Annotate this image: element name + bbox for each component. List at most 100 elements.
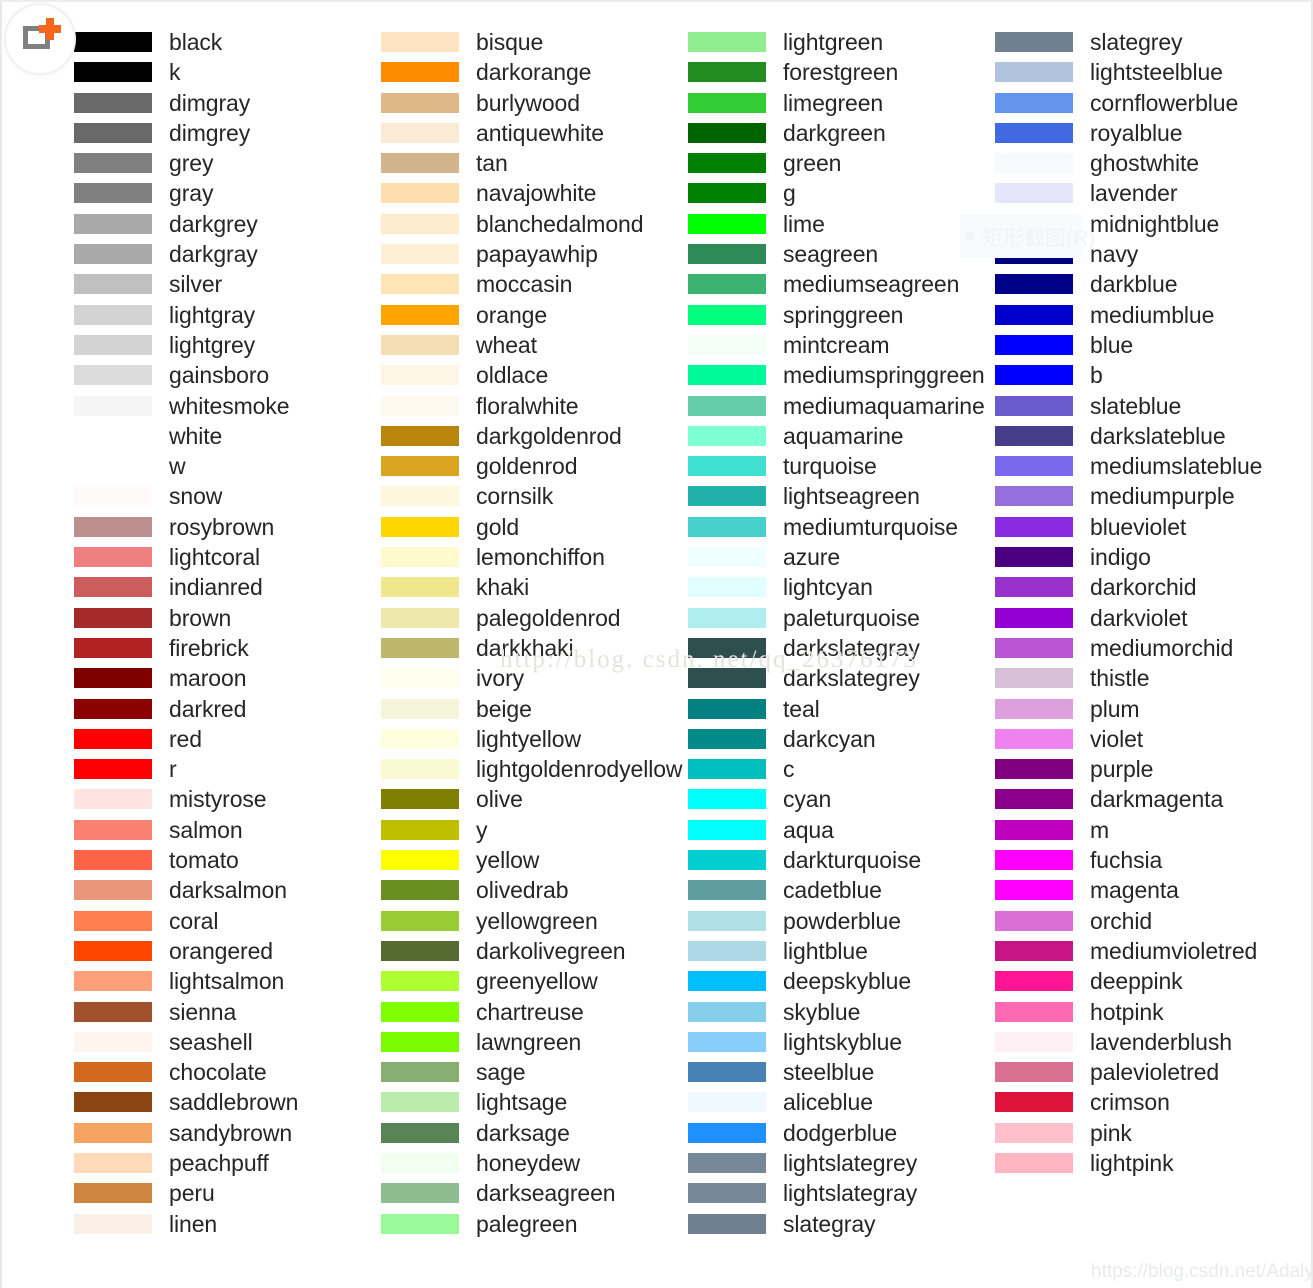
- color-row[interactable]: antiquewhite: [381, 120, 688, 150]
- color-row[interactable]: lavenderblush: [995, 1029, 1302, 1059]
- color-row[interactable]: greenyellow: [381, 968, 688, 998]
- color-row[interactable]: violet: [995, 726, 1302, 756]
- color-row[interactable]: lightslategrey: [688, 1150, 995, 1180]
- color-row[interactable]: darkorchid: [995, 574, 1302, 604]
- color-row[interactable]: dimgray: [74, 90, 381, 120]
- color-row[interactable]: darkturquoise: [688, 847, 995, 877]
- color-row[interactable]: deepskyblue: [688, 968, 995, 998]
- color-row[interactable]: darkslategray: [688, 635, 995, 665]
- color-row[interactable]: teal: [688, 696, 995, 726]
- color-row[interactable]: midnightblue: [995, 211, 1302, 241]
- color-row[interactable]: k: [74, 59, 381, 89]
- color-row[interactable]: peru: [74, 1180, 381, 1210]
- color-row[interactable]: tan: [381, 150, 688, 180]
- color-row[interactable]: cornsilk: [381, 483, 688, 513]
- color-row[interactable]: lightgreen: [688, 29, 995, 59]
- color-row[interactable]: lightcyan: [688, 574, 995, 604]
- color-row[interactable]: crimson: [995, 1089, 1302, 1119]
- color-row[interactable]: paleturquoise: [688, 605, 995, 635]
- color-row[interactable]: ivory: [381, 665, 688, 695]
- color-row[interactable]: cyan: [688, 786, 995, 816]
- color-row[interactable]: indianred: [74, 574, 381, 604]
- color-row[interactable]: wheat: [381, 332, 688, 362]
- color-row[interactable]: palevioletred: [995, 1059, 1302, 1089]
- color-row[interactable]: mediumslateblue: [995, 453, 1302, 483]
- color-row[interactable]: papayawhip: [381, 241, 688, 271]
- color-row[interactable]: brown: [74, 605, 381, 635]
- color-row[interactable]: powderblue: [688, 908, 995, 938]
- color-row[interactable]: turquoise: [688, 453, 995, 483]
- color-row[interactable]: mediumspringgreen: [688, 362, 995, 392]
- color-row[interactable]: whitesmoke: [74, 393, 381, 423]
- color-row[interactable]: plum: [995, 696, 1302, 726]
- color-row[interactable]: navajowhite: [381, 180, 688, 210]
- color-row[interactable]: lightpink: [995, 1150, 1302, 1180]
- color-row[interactable]: aqua: [688, 817, 995, 847]
- color-row[interactable]: lightsteelblue: [995, 59, 1302, 89]
- color-row[interactable]: blanchedalmond: [381, 211, 688, 241]
- color-row[interactable]: grey: [74, 150, 381, 180]
- color-row[interactable]: sage: [381, 1059, 688, 1089]
- color-row[interactable]: darkslateblue: [995, 423, 1302, 453]
- color-row[interactable]: r: [74, 756, 381, 786]
- color-row[interactable]: purple: [995, 756, 1302, 786]
- color-row[interactable]: white: [74, 423, 381, 453]
- color-row[interactable]: lime: [688, 211, 995, 241]
- color-row[interactable]: lightsage: [381, 1089, 688, 1119]
- color-row[interactable]: linen: [74, 1211, 381, 1241]
- color-row[interactable]: darkgreen: [688, 120, 995, 150]
- color-row[interactable]: silver: [74, 271, 381, 301]
- color-row[interactable]: lightskyblue: [688, 1029, 995, 1059]
- color-row[interactable]: palegoldenrod: [381, 605, 688, 635]
- color-row[interactable]: ghostwhite: [995, 150, 1302, 180]
- color-row[interactable]: darkcyan: [688, 726, 995, 756]
- color-row[interactable]: chartreuse: [381, 999, 688, 1029]
- color-row[interactable]: darkslategrey: [688, 665, 995, 695]
- color-row[interactable]: pink: [995, 1120, 1302, 1150]
- color-row[interactable]: mediumvioletred: [995, 938, 1302, 968]
- color-row[interactable]: darkolivegreen: [381, 938, 688, 968]
- color-row[interactable]: limegreen: [688, 90, 995, 120]
- color-row[interactable]: lightyellow: [381, 726, 688, 756]
- color-row[interactable]: oldlace: [381, 362, 688, 392]
- color-row[interactable]: lightcoral: [74, 544, 381, 574]
- color-row[interactable]: aquamarine: [688, 423, 995, 453]
- color-row[interactable]: beige: [381, 696, 688, 726]
- color-row[interactable]: olivedrab: [381, 877, 688, 907]
- color-row[interactable]: skyblue: [688, 999, 995, 1029]
- color-row[interactable]: orange: [381, 302, 688, 332]
- color-row[interactable]: darkgoldenrod: [381, 423, 688, 453]
- color-row[interactable]: slategrey: [995, 29, 1302, 59]
- color-row[interactable]: darkgrey: [74, 211, 381, 241]
- color-row[interactable]: snow: [74, 483, 381, 513]
- color-row[interactable]: darkviolet: [995, 605, 1302, 635]
- color-row[interactable]: springgreen: [688, 302, 995, 332]
- color-row[interactable]: mediumorchid: [995, 635, 1302, 665]
- color-row[interactable]: royalblue: [995, 120, 1302, 150]
- color-row[interactable]: gold: [381, 514, 688, 544]
- color-row[interactable]: moccasin: [381, 271, 688, 301]
- color-row[interactable]: mediumaquamarine: [688, 393, 995, 423]
- color-row[interactable]: fuchsia: [995, 847, 1302, 877]
- color-row[interactable]: lightslategray: [688, 1180, 995, 1210]
- color-row[interactable]: aliceblue: [688, 1089, 995, 1119]
- color-row[interactable]: lemonchiffon: [381, 544, 688, 574]
- color-row[interactable]: sandybrown: [74, 1120, 381, 1150]
- color-row[interactable]: coral: [74, 908, 381, 938]
- color-row[interactable]: mediumblue: [995, 302, 1302, 332]
- color-row[interactable]: burlywood: [381, 90, 688, 120]
- color-row[interactable]: thistle: [995, 665, 1302, 695]
- color-row[interactable]: cadetblue: [688, 877, 995, 907]
- color-row[interactable]: indigo: [995, 544, 1302, 574]
- color-row[interactable]: yellow: [381, 847, 688, 877]
- color-row[interactable]: darkgray: [74, 241, 381, 271]
- color-row[interactable]: darkseagreen: [381, 1180, 688, 1210]
- color-row[interactable]: forestgreen: [688, 59, 995, 89]
- color-row[interactable]: dodgerblue: [688, 1120, 995, 1150]
- color-row[interactable]: deeppink: [995, 968, 1302, 998]
- color-row[interactable]: magenta: [995, 877, 1302, 907]
- color-row[interactable]: lightgray: [74, 302, 381, 332]
- color-row[interactable]: slategray: [688, 1211, 995, 1241]
- color-row[interactable]: palegreen: [381, 1211, 688, 1241]
- color-row[interactable]: goldenrod: [381, 453, 688, 483]
